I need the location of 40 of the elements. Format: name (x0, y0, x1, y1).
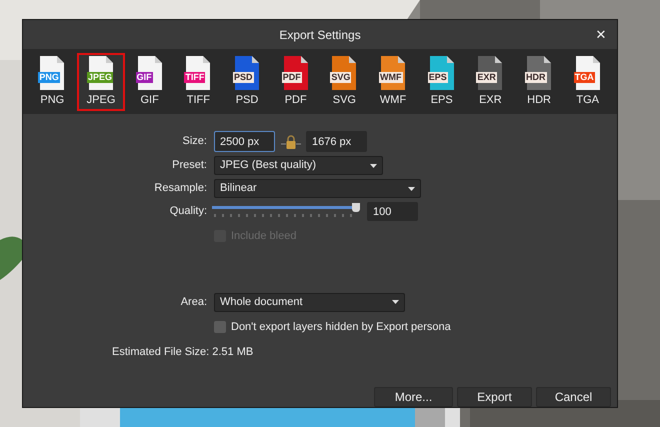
field-label: Size: (182, 134, 207, 150)
caret-icon (370, 164, 377, 168)
format-tab[interactable]: WMF WMF (368, 52, 418, 111)
field-label: Preset: (172, 158, 207, 174)
dialog-button[interactable]: Export (457, 387, 532, 407)
checkbox[interactable] (214, 320, 226, 333)
format-tab[interactable]: TGA TGA (563, 52, 612, 111)
width-field[interactable]: 2500 px (214, 131, 275, 152)
format-tab[interactable]: EXR EXR (466, 52, 515, 111)
checkbox-label: Don't export layers hidden by Export persona (231, 320, 451, 334)
format-tab[interactable]: GIF GIF (125, 52, 174, 111)
format-tab[interactable]: TIFF TIFF (174, 52, 223, 111)
height-field[interactable]: 1676 px (306, 131, 367, 152)
area-dropdown[interactable]: Whole document (214, 292, 405, 312)
file-icon: JPEG (86, 54, 116, 90)
field-label: Area: (180, 294, 207, 310)
format-tab[interactable]: PDF PDF (271, 52, 320, 111)
format-tab[interactable]: HDR HDR (514, 52, 564, 111)
format-tab[interactable]: EPS EPS (417, 52, 466, 111)
caret-icon (408, 186, 415, 190)
padlock-icon[interactable] (280, 134, 302, 148)
quality-field[interactable]: 100 (367, 202, 418, 221)
file-icon: PDF (280, 54, 311, 90)
dialog-button[interactable]: Cancel (536, 387, 611, 407)
dialog-button[interactable]: More... (374, 387, 453, 407)
preset-dropdown[interactable]: JPEG (Best quality) (214, 156, 383, 175)
field-label: Resample: (154, 181, 207, 196)
field-label: Quality: (170, 204, 207, 220)
caret-icon (392, 300, 399, 304)
format-tab[interactable]: SVG SVG (320, 52, 369, 111)
format-tab[interactable]: PSD PSD (222, 52, 272, 111)
resample-dropdown[interactable]: Bilinear (214, 179, 421, 198)
close-button[interactable]: ✕ (591, 25, 611, 45)
format-tab[interactable]: JPEG JPEG (76, 52, 126, 111)
format-tab[interactable]: PNG PNG (28, 52, 77, 111)
file-icon: TGA (572, 54, 603, 90)
window-title: Export Settings (279, 26, 361, 44)
file-icon: EPS (426, 54, 457, 90)
estimated-file-size: Estimated File Size: 2.51 MB (112, 346, 254, 358)
file-icon: GIF (134, 54, 165, 90)
